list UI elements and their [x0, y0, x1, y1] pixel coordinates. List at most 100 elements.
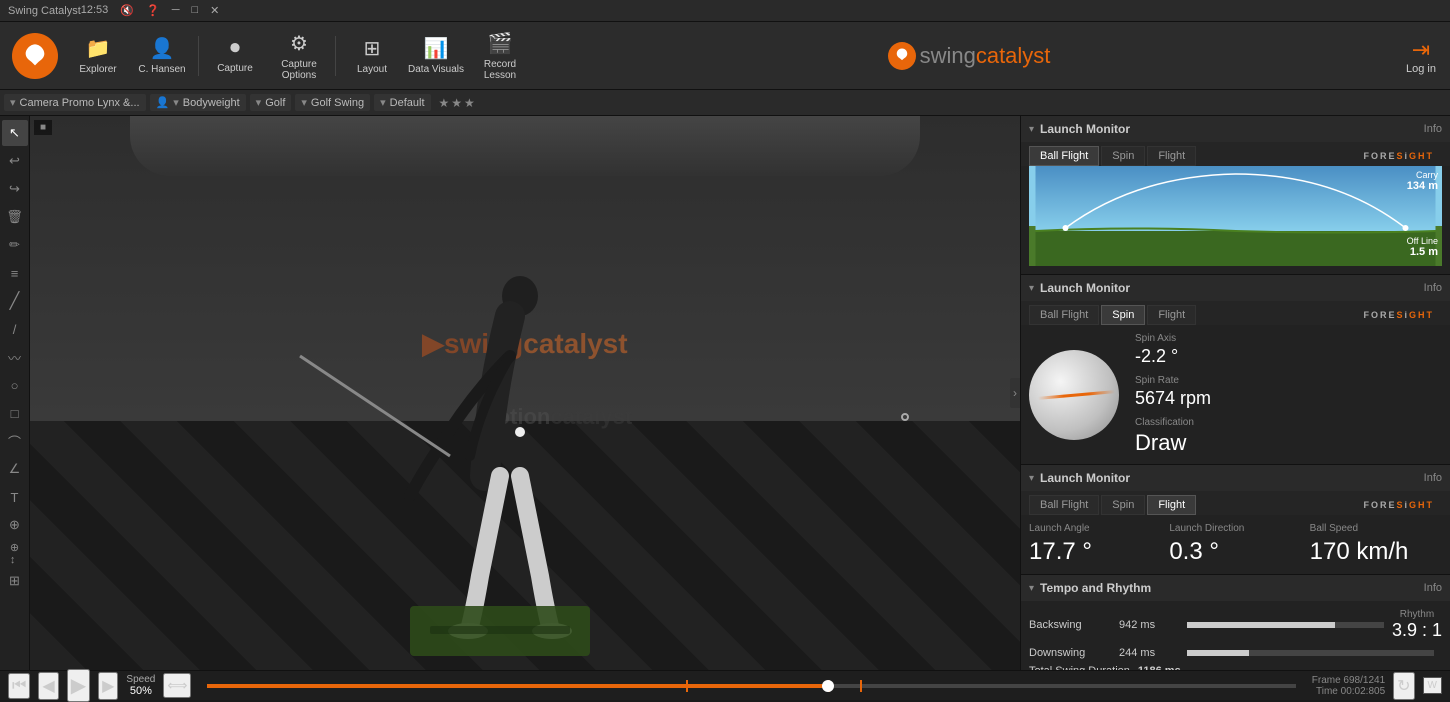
nav-default-arrow: ▾ — [380, 96, 386, 109]
tool-redo[interactable]: ↪ — [2, 176, 28, 202]
collapse-icon-1[interactable]: ▾ — [1029, 124, 1034, 135]
tab-ball-flight-1[interactable]: Ball Flight — [1029, 146, 1099, 166]
capture-options-button[interactable]: ⚙ Capture Options — [267, 28, 331, 84]
tab-flight-1[interactable]: Flight — [1147, 146, 1196, 166]
prev-frame-button[interactable]: ◀ — [38, 672, 58, 700]
main-content: ↖ ↩ ↪ 🗑 ✏ ≡ ╱ / 〰 ○ □ ⌒ ∠ T ⊕ ⊕↕ ⊞ ▶swin… — [0, 116, 1450, 670]
tool-undo[interactable]: ↩ — [2, 148, 28, 174]
mute-icon[interactable]: 🔇 — [120, 4, 134, 17]
star-3[interactable]: ★ — [464, 96, 475, 110]
timeline[interactable] — [207, 684, 1295, 688]
frame-value: 698/1241 — [1343, 675, 1385, 686]
nav-bodyweight-arrow: ▾ — [173, 96, 179, 109]
launch-monitor-title-2: Launch Monitor — [1040, 281, 1130, 295]
trim-button[interactable]: ⟺ — [163, 673, 191, 698]
user-button[interactable]: 👤 C. Hansen — [130, 28, 194, 84]
timeline-marker-3 — [860, 680, 862, 692]
carry-text: Carry — [1407, 170, 1438, 180]
user-label: C. Hansen — [138, 64, 185, 75]
help-icon[interactable]: ❓ — [146, 4, 160, 17]
login-button[interactable]: ⇥ Log in — [1406, 37, 1436, 75]
next-frame-button[interactable]: ▶ — [98, 672, 118, 700]
tempo-container: Backswing 942 ms Rhythm 3.9 : 1 Downswin… — [1021, 601, 1450, 670]
maximize-icon[interactable]: □ — [192, 4, 199, 17]
nav-camera[interactable]: ▾ Camera Promo Lynx &... — [4, 94, 146, 111]
tool-text[interactable]: T — [2, 484, 28, 510]
cursor — [901, 413, 909, 421]
nav-golf-swing-label: Golf Swing — [311, 97, 364, 109]
tempo-info-button[interactable]: Info — [1424, 582, 1442, 594]
layout-button[interactable]: ⊞ Layout — [340, 28, 404, 84]
nav-golf-swing[interactable]: ▾ Golf Swing — [295, 94, 370, 111]
collapse-icon-3[interactable]: ▾ — [1029, 473, 1034, 484]
tools-sidebar: ↖ ↩ ↪ 🗑 ✏ ≡ ╱ / 〰 ○ □ ⌒ ∠ T ⊕ ⊕↕ ⊞ — [0, 116, 30, 670]
launch-angle-stat: Launch Angle 17.7 ° — [1029, 523, 1161, 566]
skip-back-button[interactable]: ⏮ — [8, 673, 30, 699]
nav-bodyweight[interactable]: 👤 ▾ Bodyweight — [150, 94, 246, 111]
tempo-header: ▾ Tempo and Rhythm Info — [1021, 575, 1450, 601]
tool-angle1[interactable]: ⌒ — [2, 428, 28, 454]
tool-angle2[interactable]: ∠ — [2, 456, 28, 482]
tempo-collapse-icon[interactable]: ▾ — [1029, 583, 1034, 594]
tool-delete[interactable]: 🗑 — [2, 204, 28, 230]
info-button-1[interactable]: Info — [1424, 123, 1442, 135]
record-lesson-button[interactable]: 🎬 Record Lesson — [468, 28, 532, 84]
tab-spin-3[interactable]: Spin — [1101, 495, 1145, 515]
minimize-icon[interactable]: ─ — [172, 4, 180, 17]
tab-ball-flight-2[interactable]: Ball Flight — [1029, 305, 1099, 325]
close-icon[interactable]: ✕ — [210, 4, 219, 17]
time-value: 00:02:805 — [1341, 686, 1386, 697]
info-button-2[interactable]: Info — [1424, 282, 1442, 294]
data-visuals-label: Data Visuals — [408, 64, 464, 75]
info-button-3[interactable]: Info — [1424, 472, 1442, 484]
tempo-section: ▾ Tempo and Rhythm Info Backswing 942 ms… — [1021, 575, 1450, 670]
tool-circle[interactable]: ○ — [2, 372, 28, 398]
star-rating[interactable]: ★ ★ ★ — [439, 96, 475, 110]
launch-monitor-header-3: ▾ Launch Monitor Info — [1021, 465, 1450, 491]
nav-golf[interactable]: ▾ Golf — [250, 94, 292, 111]
tool-select[interactable]: ↖ — [2, 120, 28, 146]
carry-label: Carry 134 m — [1407, 170, 1438, 192]
spin-axis-stat: Spin Axis -2.2 ° — [1135, 333, 1442, 367]
collapse-icon-2[interactable]: ▾ — [1029, 283, 1034, 294]
tool-zoom[interactable]: ⊕↕ — [2, 540, 28, 566]
tab-spin-2[interactable]: Spin — [1101, 305, 1145, 325]
tab-spin-1[interactable]: Spin — [1101, 146, 1145, 166]
data-visuals-button[interactable]: 📊 Data Visuals — [404, 28, 468, 84]
downswing-bar-container — [1187, 650, 1434, 656]
downswing-bar — [1187, 650, 1249, 656]
capture-button[interactable]: ⏺ Capture — [203, 28, 267, 84]
expand-panel-button[interactable]: › — [1010, 378, 1020, 408]
tool-lines[interactable]: ≡ — [2, 260, 28, 286]
tool-grid[interactable]: ⊞ — [2, 568, 28, 594]
watermark-button[interactable]: W — [1423, 677, 1442, 694]
tool-settings[interactable]: ⊕ — [2, 512, 28, 538]
spin-stats: Spin Axis -2.2 ° Spin Rate 5674 rpm Clas… — [1135, 333, 1442, 456]
nav-bodyweight-label: Bodyweight — [183, 97, 240, 109]
frame-info: Frame 698/1241 Time 00:02:805 — [1312, 675, 1385, 697]
star-2[interactable]: ★ — [451, 96, 462, 110]
tab-flight-3[interactable]: Flight — [1147, 495, 1196, 515]
panel-header-left-2: ▾ Launch Monitor — [1029, 281, 1130, 295]
toolbar-divider-2 — [335, 36, 336, 76]
tool-line[interactable]: ╱ — [2, 288, 28, 314]
timeline-progress — [207, 684, 827, 688]
play-button[interactable]: ▶ — [67, 669, 90, 702]
star-1[interactable]: ★ — [439, 96, 450, 110]
tool-pencil[interactable]: ✏ — [2, 232, 28, 258]
explorer-label: Explorer — [79, 64, 116, 75]
nav-camera-label: Camera Promo Lynx &... — [20, 97, 140, 109]
nav-default[interactable]: ▾ Default — [374, 94, 430, 111]
tool-rectangle[interactable]: □ — [2, 400, 28, 426]
tabs-row-2: Ball Flight Spin Flight FORESiGHT — [1021, 301, 1450, 325]
explorer-button[interactable]: 📁 Explorer — [66, 28, 130, 84]
tool-curve[interactable]: 〰 — [2, 344, 28, 370]
speed-label: Speed — [126, 674, 155, 685]
tool-diagonal[interactable]: / — [2, 316, 28, 342]
timeline-thumb[interactable] — [822, 680, 834, 692]
tab-flight-2[interactable]: Flight — [1147, 305, 1196, 325]
loop-button[interactable]: ↻ — [1393, 672, 1414, 700]
playback-bar: ⏮ ◀ ▶ ▶ Speed 50% ⟺ Frame 698/1241 Time … — [0, 670, 1450, 700]
backswing-bar — [1187, 622, 1335, 628]
tab-ball-flight-3[interactable]: Ball Flight — [1029, 495, 1099, 515]
